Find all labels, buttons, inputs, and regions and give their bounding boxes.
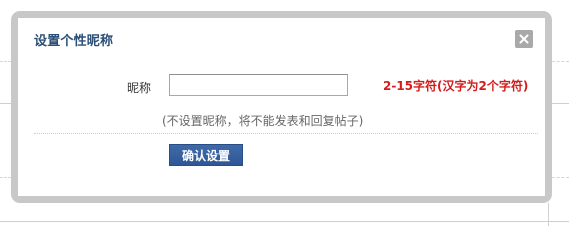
background-dashed-line: [552, 61, 569, 62]
dialog-divider: [34, 133, 538, 134]
nickname-note: (不设置昵称，将不能发表和回复帖子): [162, 114, 364, 128]
background-dashed-line: [0, 61, 11, 62]
dialog-header: 设置个性昵称: [18, 18, 545, 58]
dialog-title: 设置个性昵称: [34, 34, 114, 49]
close-button[interactable]: [515, 30, 533, 48]
nickname-input[interactable]: [169, 74, 348, 96]
nickname-label: 昵称: [127, 81, 152, 95]
page-background: 设置个性昵称 昵称 2-15字符(汉字为2个字符) (不设置昵称，将不能发表和回…: [0, 0, 569, 226]
background-dashed-line: [552, 177, 569, 178]
nickname-dialog: 设置个性昵称 昵称 2-15字符(汉字为2个字符) (不设置昵称，将不能发表和回…: [18, 18, 545, 196]
dialog-frame: 设置个性昵称 昵称 2-15字符(汉字为2个字符) (不设置昵称，将不能发表和回…: [11, 11, 552, 203]
background-divider: [0, 221, 569, 222]
confirm-button[interactable]: 确认设置: [169, 144, 243, 166]
close-icon: [519, 34, 529, 44]
background-vertical-line: [548, 203, 549, 226]
background-divider: [552, 103, 569, 104]
background-divider: [0, 103, 11, 104]
nickname-length-hint: 2-15字符(汉字为2个字符): [383, 79, 529, 93]
background-dashed-line: [0, 177, 11, 178]
